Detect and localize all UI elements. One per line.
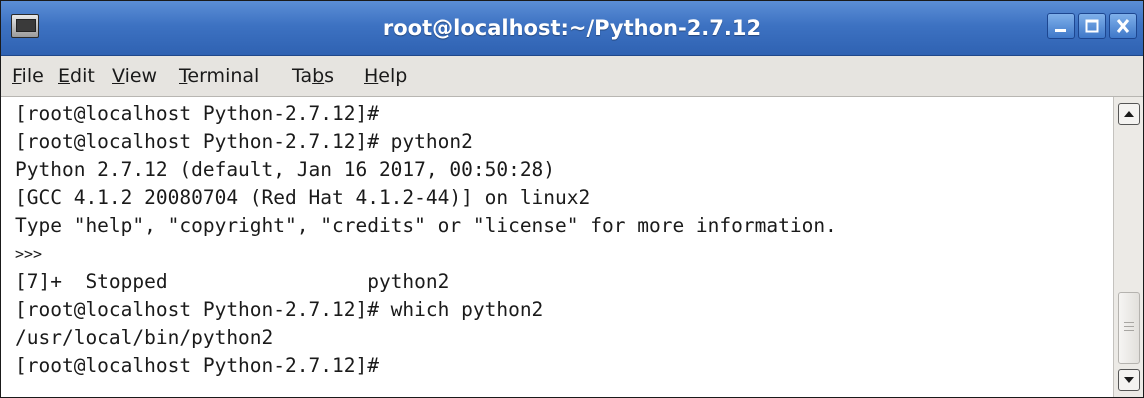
scroll-up-arrow-icon bbox=[1124, 111, 1134, 117]
window-title: root@localhost:~/Python-2.7.12 bbox=[382, 16, 762, 40]
terminal-line: [root@localhost Python-2.7.12]# which py… bbox=[15, 298, 544, 321]
maximize-button[interactable] bbox=[1078, 13, 1106, 39]
menu-help[interactable]: Help bbox=[364, 65, 407, 87]
minimize-icon bbox=[1055, 29, 1066, 32]
window-controls bbox=[1047, 13, 1137, 39]
terminal-line: Python 2.7.12 (default, Jan 16 2017, 00:… bbox=[15, 158, 556, 181]
terminal-line: [root@localhost Python-2.7.12]# bbox=[15, 354, 379, 377]
menu-tabs[interactable]: Tabs bbox=[292, 65, 334, 87]
scroll-up-button[interactable] bbox=[1118, 103, 1140, 125]
terminal-line: [root@localhost Python-2.7.12]# python2 bbox=[15, 130, 473, 153]
terminal-line: /usr/local/bin/python2 bbox=[15, 326, 274, 349]
python-prompt: >>> bbox=[15, 245, 43, 263]
minimize-button[interactable] bbox=[1047, 13, 1075, 39]
scroll-down-button[interactable] bbox=[1118, 369, 1140, 391]
menu-bar: File Edit View Terminal Tabs Help bbox=[1, 56, 1143, 97]
menu-terminal[interactable]: Terminal bbox=[179, 65, 259, 87]
terminal-line: [GCC 4.1.2 20080704 (Red Hat 4.1.2-44)] … bbox=[15, 186, 591, 209]
terminal-line: [root@localhost Python-2.7.12]# bbox=[15, 102, 379, 125]
close-button[interactable] bbox=[1109, 13, 1137, 39]
terminal-line: Type "help", "copyright", "credits" or "… bbox=[15, 214, 837, 237]
close-icon bbox=[1116, 19, 1130, 33]
title-bar[interactable]: root@localhost:~/Python-2.7.12 bbox=[1, 1, 1143, 56]
menu-view[interactable]: View bbox=[112, 65, 157, 87]
terminal-window: root@localhost:~/Python-2.7.12 File Edit… bbox=[0, 0, 1144, 398]
scroll-down-arrow-icon bbox=[1124, 377, 1134, 383]
scrollbar-thumb[interactable] bbox=[1118, 292, 1140, 364]
menu-edit[interactable]: Edit bbox=[58, 65, 95, 87]
maximize-icon bbox=[1085, 19, 1099, 33]
vertical-scrollbar[interactable] bbox=[1113, 97, 1143, 397]
terminal-line: [7]+ Stopped python2 bbox=[15, 270, 450, 293]
menu-file[interactable]: File bbox=[12, 65, 44, 87]
terminal-output[interactable]: [root@localhost Python-2.7.12]# [root@lo… bbox=[1, 97, 1113, 397]
